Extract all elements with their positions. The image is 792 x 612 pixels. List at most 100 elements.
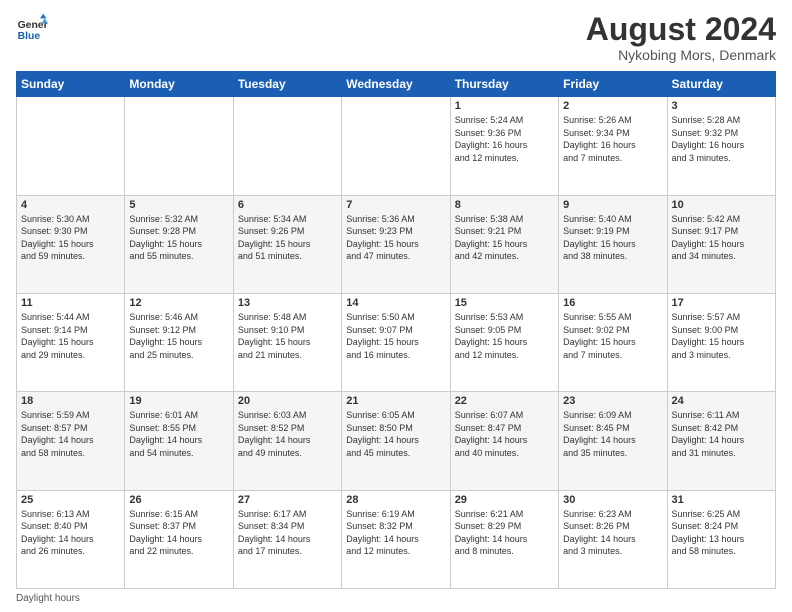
calendar-cell: 20 Sunrise: 6:03 AMSunset: 8:52 PMDayligh…: [233, 392, 341, 490]
calendar-cell: 13 Sunrise: 5:48 AMSunset: 9:10 PMDayligh…: [233, 293, 341, 391]
day-number: 9: [563, 199, 662, 211]
calendar-cell: [342, 97, 450, 195]
day-number: 8: [455, 199, 554, 211]
calendar-cell: 28 Sunrise: 6:19 AMSunset: 8:32 PMDayligh…: [342, 490, 450, 588]
calendar-body: 1 Sunrise: 5:24 AMSunset: 9:36 PMDaylight…: [17, 97, 776, 589]
day-info: Sunrise: 5:32 AMSunset: 9:28 PMDaylight:…: [129, 213, 228, 263]
title-block: August 2024 Nykobing Mors, Denmark: [586, 12, 776, 63]
day-info: Sunrise: 6:07 AMSunset: 8:47 PMDaylight:…: [455, 409, 554, 459]
day-number: 4: [21, 199, 120, 211]
calendar-cell: 4Sunrise: 5:30 AMSunset: 9:30 PMDaylight…: [17, 195, 125, 293]
calendar-cell: 23 Sunrise: 6:09 AMSunset: 8:45 PMDayligh…: [559, 392, 667, 490]
day-info: Sunrise: 5:34 AMSunset: 9:26 PMDaylight:…: [238, 213, 337, 263]
header: General Blue August 2024 Nykobing Mors, …: [16, 12, 776, 63]
day-number: 26: [129, 494, 228, 506]
day-number: 12: [129, 297, 228, 309]
day-number: 25: [21, 494, 120, 506]
day-number: 16: [563, 297, 662, 309]
calendar-cell: [125, 97, 233, 195]
col-friday: Friday: [559, 72, 667, 97]
day-number: 20: [238, 395, 337, 407]
calendar-cell: 7Sunrise: 5:36 AMSunset: 9:23 PMDaylight…: [342, 195, 450, 293]
calendar-week-2: 4Sunrise: 5:30 AMSunset: 9:30 PMDaylight…: [17, 195, 776, 293]
calendar-cell: 11 Sunrise: 5:44 AMSunset: 9:14 PMDayligh…: [17, 293, 125, 391]
calendar-cell: 2 Sunrise: 5:26 AMSunset: 9:34 PMDaylight…: [559, 97, 667, 195]
logo-icon: General Blue: [16, 12, 48, 44]
calendar-cell: 16 Sunrise: 5:55 AMSunset: 9:02 PMDayligh…: [559, 293, 667, 391]
day-number: 10: [672, 199, 771, 211]
day-info: Sunrise: 6:25 AMSunset: 8:24 PMDaylight:…: [672, 508, 771, 558]
day-info: Sunrise: 6:13 AMSunset: 8:40 PMDaylight:…: [21, 508, 120, 558]
day-number: 22: [455, 395, 554, 407]
day-number: 27: [238, 494, 337, 506]
day-number: 3: [672, 100, 771, 112]
day-number: 28: [346, 494, 445, 506]
calendar-table: Sunday Monday Tuesday Wednesday Thursday…: [16, 71, 776, 589]
col-saturday: Saturday: [667, 72, 775, 97]
day-number: 2: [563, 100, 662, 112]
day-info: Sunrise: 6:19 AMSunset: 8:32 PMDaylight:…: [346, 508, 445, 558]
calendar-cell: 3 Sunrise: 5:28 AMSunset: 9:32 PMDaylight…: [667, 97, 775, 195]
day-number: 5: [129, 199, 228, 211]
day-info: Sunrise: 5:50 AMSunset: 9:07 PMDaylight:…: [346, 311, 445, 361]
calendar-header-row: Sunday Monday Tuesday Wednesday Thursday…: [17, 72, 776, 97]
day-info: Sunrise: 5:28 AMSunset: 9:32 PMDaylight:…: [672, 114, 771, 164]
calendar-cell: 14 Sunrise: 5:50 AMSunset: 9:07 PMDayligh…: [342, 293, 450, 391]
day-info: Sunrise: 6:09 AMSunset: 8:45 PMDaylight:…: [563, 409, 662, 459]
day-info: Sunrise: 6:23 AMSunset: 8:26 PMDaylight:…: [563, 508, 662, 558]
svg-text:Blue: Blue: [18, 31, 41, 42]
col-wednesday: Wednesday: [342, 72, 450, 97]
calendar-week-1: 1 Sunrise: 5:24 AMSunset: 9:36 PMDaylight…: [17, 97, 776, 195]
day-info: Sunrise: 5:53 AMSunset: 9:05 PMDaylight:…: [455, 311, 554, 361]
day-number: 14: [346, 297, 445, 309]
calendar-cell: 26 Sunrise: 6:15 AMSunset: 8:37 PMDayligh…: [125, 490, 233, 588]
page: General Blue August 2024 Nykobing Mors, …: [0, 0, 792, 612]
day-number: 1: [455, 100, 554, 112]
day-number: 11: [21, 297, 120, 309]
day-info: Sunrise: 5:55 AMSunset: 9:02 PMDaylight:…: [563, 311, 662, 361]
logo: General Blue: [16, 12, 48, 44]
calendar-cell: 18Sunrise: 5:59 AMSunset: 8:57 PMDayligh…: [17, 392, 125, 490]
col-sunday: Sunday: [17, 72, 125, 97]
calendar-cell: 12 Sunrise: 5:46 AMSunset: 9:12 PMDayligh…: [125, 293, 233, 391]
day-number: 13: [238, 297, 337, 309]
day-number: 19: [129, 395, 228, 407]
day-info: Sunrise: 5:57 AMSunset: 9:00 PMDaylight:…: [672, 311, 771, 361]
day-info: Sunrise: 5:59 AMSunset: 8:57 PMDaylight:…: [21, 409, 120, 459]
day-info: Sunrise: 5:42 AMSunset: 9:17 PMDaylight:…: [672, 213, 771, 263]
day-info: Sunrise: 5:36 AMSunset: 9:23 PMDaylight:…: [346, 213, 445, 263]
day-info: Sunrise: 5:38 AMSunset: 9:21 PMDaylight:…: [455, 213, 554, 263]
day-info: Sunrise: 5:24 AMSunset: 9:36 PMDaylight:…: [455, 114, 554, 164]
day-number: 23: [563, 395, 662, 407]
day-info: Sunrise: 6:15 AMSunset: 8:37 PMDaylight:…: [129, 508, 228, 558]
calendar-cell: [17, 97, 125, 195]
day-number: 24: [672, 395, 771, 407]
day-info: Sunrise: 6:17 AMSunset: 8:34 PMDaylight:…: [238, 508, 337, 558]
day-info: Sunrise: 5:46 AMSunset: 9:12 PMDaylight:…: [129, 311, 228, 361]
calendar-cell: 6 Sunrise: 5:34 AMSunset: 9:26 PMDaylight…: [233, 195, 341, 293]
day-number: 6: [238, 199, 337, 211]
day-info: Sunrise: 6:03 AMSunset: 8:52 PMDaylight:…: [238, 409, 337, 459]
calendar-cell: 5 Sunrise: 5:32 AMSunset: 9:28 PMDaylight…: [125, 195, 233, 293]
calendar-cell: 15Sunrise: 5:53 AMSunset: 9:05 PMDayligh…: [450, 293, 558, 391]
calendar-cell: 25 Sunrise: 6:13 AMSunset: 8:40 PMDayligh…: [17, 490, 125, 588]
calendar-cell: 30Sunrise: 6:23 AMSunset: 8:26 PMDayligh…: [559, 490, 667, 588]
calendar-cell: 22 Sunrise: 6:07 AMSunset: 8:47 PMDayligh…: [450, 392, 558, 490]
calendar-cell: 27 Sunrise: 6:17 AMSunset: 8:34 PMDayligh…: [233, 490, 341, 588]
day-info: Sunrise: 6:05 AMSunset: 8:50 PMDaylight:…: [346, 409, 445, 459]
col-tuesday: Tuesday: [233, 72, 341, 97]
day-info: Sunrise: 5:40 AMSunset: 9:19 PMDaylight:…: [563, 213, 662, 263]
day-info: Sunrise: 5:44 AMSunset: 9:14 PMDaylight:…: [21, 311, 120, 361]
calendar-cell: 29Sunrise: 6:21 AMSunset: 8:29 PMDayligh…: [450, 490, 558, 588]
calendar-cell: 31 Sunrise: 6:25 AMSunset: 8:24 PMDayligh…: [667, 490, 775, 588]
day-number: 29: [455, 494, 554, 506]
main-title: August 2024: [586, 12, 776, 47]
calendar-cell: 21Sunrise: 6:05 AMSunset: 8:50 PMDayligh…: [342, 392, 450, 490]
day-info: Sunrise: 6:11 AMSunset: 8:42 PMDaylight:…: [672, 409, 771, 459]
day-info: Sunrise: 5:48 AMSunset: 9:10 PMDaylight:…: [238, 311, 337, 361]
calendar-cell: 24 Sunrise: 6:11 AMSunset: 8:42 PMDayligh…: [667, 392, 775, 490]
calendar-cell: 19Sunrise: 6:01 AMSunset: 8:55 PMDayligh…: [125, 392, 233, 490]
calendar-cell: 8 Sunrise: 5:38 AMSunset: 9:21 PMDaylight…: [450, 195, 558, 293]
day-number: 31: [672, 494, 771, 506]
day-info: Sunrise: 5:26 AMSunset: 9:34 PMDaylight:…: [563, 114, 662, 164]
